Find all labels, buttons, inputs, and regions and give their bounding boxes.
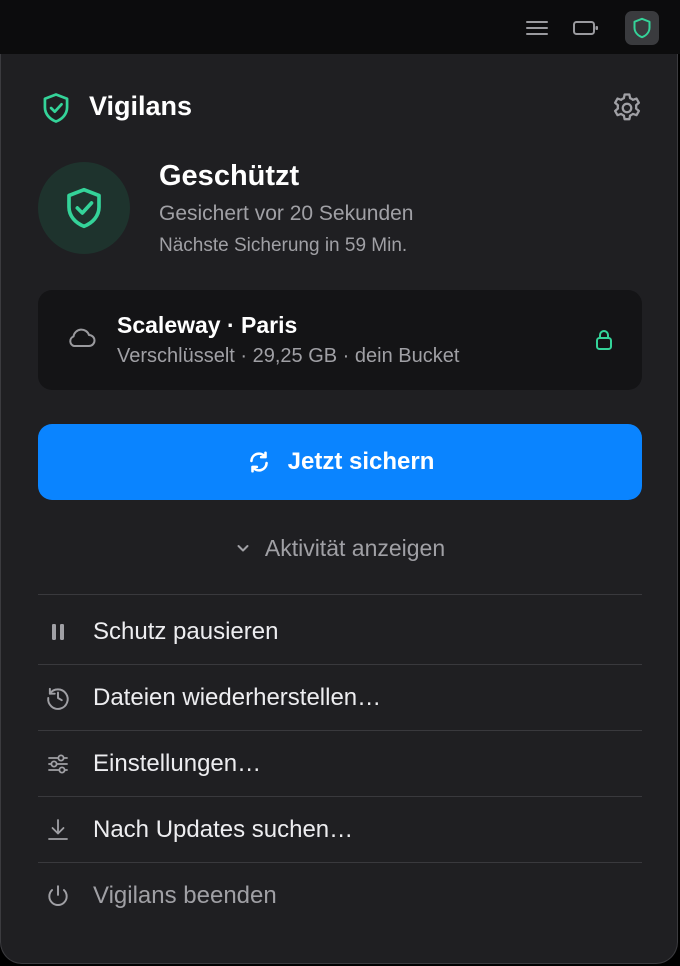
vigilans-tray-icon[interactable]	[625, 11, 659, 45]
menu-icon[interactable]	[520, 11, 554, 45]
pause-icon	[38, 622, 78, 642]
divider	[38, 664, 642, 665]
menu-item-label: Einstellungen…	[93, 750, 262, 777]
show-activity-label: Aktivität anzeigen	[264, 534, 446, 561]
cloud-icon	[65, 324, 97, 352]
battery-icon[interactable]	[569, 11, 603, 45]
status-title: Geschützt	[159, 160, 300, 192]
status-shield-badge	[38, 162, 130, 254]
divider	[38, 730, 642, 731]
menu-item-quit[interactable]: Vigilans beenden	[38, 864, 642, 928]
shield-check-icon	[41, 92, 71, 124]
sync-icon	[246, 449, 272, 475]
download-icon	[38, 817, 78, 843]
storage-details: Verschlüsselt · 29,25 GB · dein Bucket	[117, 345, 460, 367]
menu-item-restore-files[interactable]: Dateien wiederherstellen…	[38, 666, 642, 730]
menu-item-label: Schutz pausieren	[93, 618, 279, 645]
gear-icon[interactable]	[610, 91, 644, 125]
clock-history-icon	[38, 685, 78, 711]
app-title: Vigilans	[89, 91, 193, 121]
shield-check-icon	[67, 187, 101, 229]
show-activity-toggle[interactable]: Aktivität anzeigen	[1, 528, 679, 568]
storage-card[interactable]: Scaleway · Paris Verschlüsselt · 29,25 G…	[38, 290, 642, 390]
sliders-icon	[38, 752, 78, 776]
menu-item-label: Vigilans beenden	[93, 882, 277, 909]
menu-item-label: Nach Updates suchen…	[93, 816, 354, 843]
vigilans-panel: Vigilans Geschützt Gesichert vor 20 Seku…	[0, 54, 678, 964]
menu-item-pause-protection[interactable]: Schutz pausieren	[38, 600, 642, 664]
storage-provider: Scaleway · Paris	[117, 312, 298, 338]
backup-now-button[interactable]: Jetzt sichern	[38, 424, 642, 500]
menu-item-label: Dateien wiederherstellen…	[93, 684, 382, 711]
power-icon	[38, 883, 78, 909]
last-backup-text: Gesichert vor 20 Sekunden	[159, 202, 414, 225]
divider	[38, 862, 642, 863]
backup-now-label: Jetzt sichern	[287, 448, 435, 475]
lock-icon	[594, 328, 614, 352]
chevron-down-icon	[235, 540, 251, 556]
divider	[38, 796, 642, 797]
next-backup-text: Nächste Sicherung in 59 Min.	[159, 235, 408, 256]
menu-bar	[0, 0, 680, 54]
divider	[38, 594, 642, 595]
menu-item-check-updates[interactable]: Nach Updates suchen…	[38, 798, 642, 862]
menu-item-settings[interactable]: Einstellungen…	[38, 732, 642, 796]
